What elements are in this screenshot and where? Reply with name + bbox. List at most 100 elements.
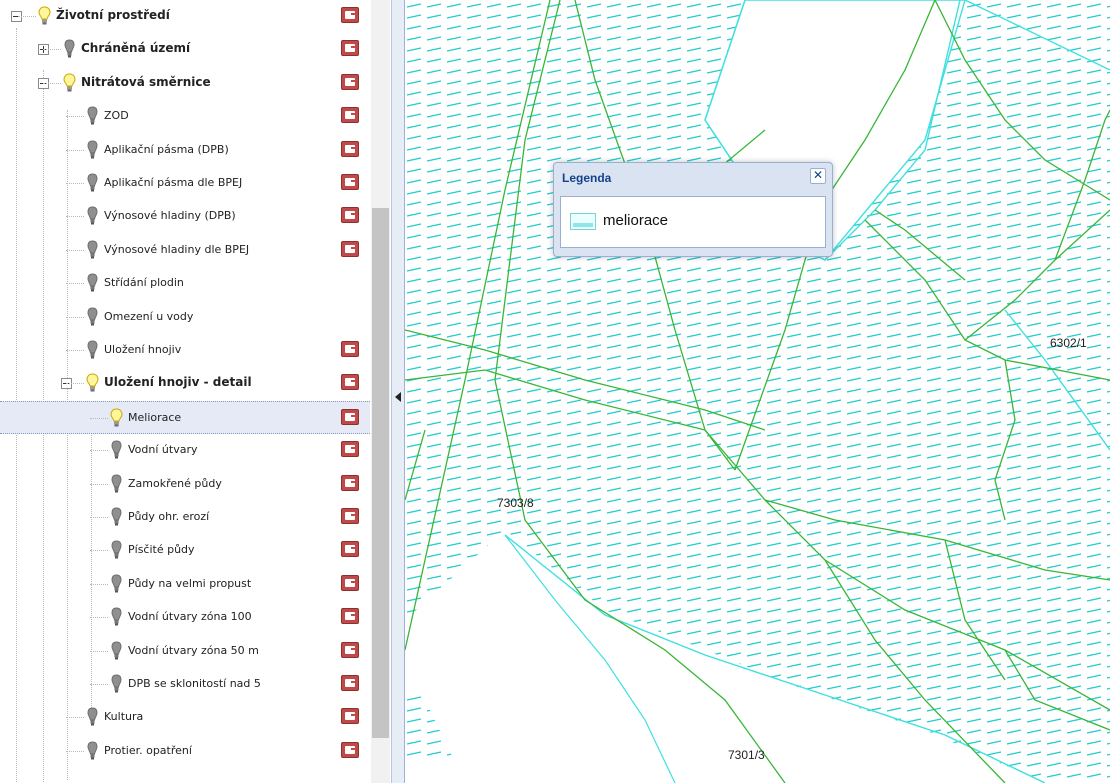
legend-button[interactable] <box>341 140 359 157</box>
tree-item[interactable]: Uložení hnojiv <box>0 334 370 367</box>
legend-button[interactable] <box>341 408 359 425</box>
tree-item[interactable]: Půdy na velmi propust <box>0 568 370 601</box>
legend-button[interactable] <box>341 207 359 224</box>
legend-button[interactable] <box>341 474 359 491</box>
lightbulb-on-icon[interactable] <box>38 6 51 26</box>
tree-item[interactable]: Kultura <box>0 701 370 734</box>
tree-item-label: Zamokřené půdy <box>128 476 222 490</box>
legend-button[interactable] <box>341 574 359 591</box>
legend-button[interactable] <box>341 708 359 725</box>
tree-item[interactable]: Omezení u vody <box>0 301 370 334</box>
lightbulb-off-icon[interactable] <box>86 340 99 360</box>
tree-item[interactable]: DPB se sklonitostí nad 5 <box>0 668 370 701</box>
tree-guide-line <box>66 116 84 118</box>
tree-item-label: Půdy na velmi propust <box>128 576 252 590</box>
legend-button[interactable] <box>341 40 359 57</box>
tree-item[interactable]: Výnosové hladiny dle BPEJ <box>0 234 370 267</box>
lightbulb-off-icon[interactable] <box>110 474 123 494</box>
tree-guide-line <box>90 417 108 419</box>
tree-item-label: Chráněná území <box>81 41 191 56</box>
legend-item-label: meliorace <box>603 212 669 229</box>
tree-item[interactable]: Aplikační pásma (DPB) <box>0 134 370 167</box>
lightbulb-off-icon[interactable] <box>110 507 123 527</box>
lightbulb-off-icon[interactable] <box>63 39 76 59</box>
tree-item[interactable]: Půdy ohr. erozí <box>0 501 370 534</box>
lightbulb-on-icon[interactable] <box>110 408 123 428</box>
tree-item-label: Aplikační pásma dle BPEJ <box>104 176 243 189</box>
tree-item[interactable]: Nitrátová směrnice <box>0 67 370 100</box>
tree-guide-line <box>66 350 84 351</box>
tree-item[interactable]: Vodní útvary zóna 50 m <box>0 635 370 668</box>
legend-button[interactable] <box>341 608 359 625</box>
legend-button[interactable] <box>341 174 359 190</box>
tree-guide-line <box>90 550 108 552</box>
legend-button[interactable] <box>341 107 359 124</box>
tree-guide-line <box>66 183 84 184</box>
tree-item[interactable]: ZOD <box>0 100 370 133</box>
lightbulb-off-icon[interactable] <box>86 273 99 293</box>
lightbulb-off-icon[interactable] <box>86 106 99 126</box>
legend-window[interactable]: Legenda ✕ meliorace <box>553 162 833 257</box>
legend-button[interactable] <box>341 508 359 524</box>
tree-item[interactable]: Chráněná území <box>0 33 370 66</box>
map-view[interactable]: 6302/1 7303/8 7301/3 <box>405 0 1110 783</box>
tree-item[interactable]: Střídání plodin <box>0 267 370 300</box>
lightbulb-on-icon[interactable] <box>63 73 76 93</box>
legend-button[interactable] <box>341 741 359 758</box>
panel-splitter[interactable] <box>391 0 405 783</box>
legend-button[interactable] <box>341 675 359 691</box>
legend-button[interactable] <box>341 7 359 23</box>
lightbulb-off-icon[interactable] <box>86 707 99 727</box>
tree-guide-line <box>66 149 84 151</box>
tree-item-label: Uložení hnojiv <box>104 343 182 356</box>
tree-item-label: Protier. opatření <box>104 743 192 757</box>
tree-guide-line <box>66 383 84 385</box>
tree-item[interactable]: Písčité půdy <box>0 534 370 567</box>
lightbulb-off-icon[interactable] <box>110 641 123 661</box>
tree-guide-line <box>66 249 84 251</box>
tree-guide-line <box>90 517 108 518</box>
collapse-arrow-icon[interactable] <box>395 392 401 402</box>
legend-button[interactable] <box>341 240 359 257</box>
tree-scrollbar[interactable] <box>371 0 390 783</box>
legend-button[interactable] <box>341 441 359 458</box>
close-icon[interactable]: ✕ <box>810 168 826 184</box>
lightbulb-off-icon[interactable] <box>86 140 99 160</box>
lightbulb-off-icon[interactable] <box>86 240 99 260</box>
tree-guide-line <box>90 583 108 585</box>
lightbulb-off-icon[interactable] <box>86 206 99 226</box>
lightbulb-off-icon[interactable] <box>86 307 99 327</box>
legend-button[interactable] <box>341 73 359 90</box>
lightbulb-off-icon[interactable] <box>110 540 123 560</box>
lightbulb-on-icon[interactable] <box>86 373 99 393</box>
lightbulb-off-icon[interactable] <box>110 574 123 594</box>
tree-item[interactable]: Životní prostředí <box>0 0 370 33</box>
tree-item[interactable]: Vodní útvary <box>0 434 370 467</box>
legend-button[interactable] <box>341 641 359 658</box>
parcel-label: 7301/3 <box>728 748 765 762</box>
lightbulb-off-icon[interactable] <box>110 440 123 460</box>
map-canvas[interactable] <box>405 0 1110 783</box>
tree-item-label: Životní prostředí <box>56 8 170 22</box>
parcel-white <box>405 760 535 783</box>
tree-item[interactable]: Uložení hnojiv - detail <box>0 367 370 400</box>
legend-swatch <box>570 213 596 230</box>
tree-item-label: Omezení u vody <box>104 309 194 323</box>
tree-item-label: Písčité půdy <box>128 543 195 557</box>
tree-item-label: Uložení hnojiv - detail <box>104 375 252 390</box>
lightbulb-off-icon[interactable] <box>86 741 99 761</box>
legend-button[interactable] <box>341 374 359 391</box>
lightbulb-off-icon[interactable] <box>110 607 123 627</box>
lightbulb-off-icon[interactable] <box>86 173 99 193</box>
tree-item[interactable]: Protier. opatření <box>0 735 370 768</box>
tree-item-label: DPB se sklonitostí nad 5 <box>128 677 261 690</box>
legend-button[interactable] <box>341 541 359 558</box>
tree-item[interactable]: Zamokřené půdy <box>0 468 370 501</box>
legend-button[interactable] <box>341 341 359 357</box>
tree-item[interactable]: Výnosové hladiny (DPB) <box>0 200 370 233</box>
tree-item[interactable]: Aplikační pásma dle BPEJ <box>0 167 370 200</box>
scrollbar-thumb[interactable] <box>372 208 389 738</box>
lightbulb-off-icon[interactable] <box>110 674 123 694</box>
tree-item[interactable]: Vodní útvary zóna 100 <box>0 601 370 634</box>
tree-item[interactable]: Meliorace <box>0 400 370 434</box>
